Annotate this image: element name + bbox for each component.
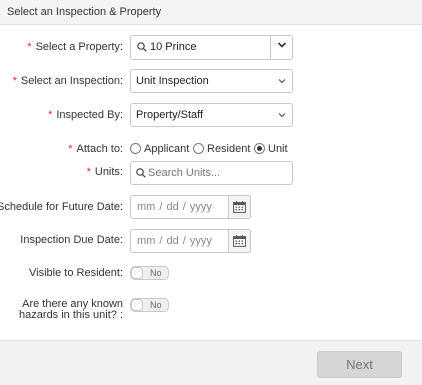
chevron-down-icon	[278, 113, 286, 118]
inspected-by-value: Property/Staff	[136, 109, 204, 121]
inspected-by-label: * Inspected By:	[48, 109, 123, 121]
hazards-toggle[interactable]: No	[130, 298, 169, 312]
select-divider	[270, 36, 271, 59]
chevron-down-icon	[278, 79, 286, 84]
property-label: * Select a Property:	[27, 41, 123, 53]
required-marker: *	[68, 143, 73, 155]
magnifier-icon	[137, 42, 147, 52]
radio-circle[interactable]	[193, 143, 204, 154]
required-marker: *	[86, 166, 91, 178]
due-date-placeholder: mm / dd / yyyy	[137, 235, 212, 247]
units-placeholder: Search Units...	[148, 167, 221, 179]
toggle-state-label: No	[150, 268, 162, 278]
toggle-state-label: No	[150, 300, 162, 310]
inspection-value: Unit Inspection	[136, 75, 209, 87]
calendar-icon	[233, 201, 246, 213]
hazards-label: Are there any known hazards in this unit…	[19, 298, 123, 321]
schedule-date-input[interactable]: mm / dd / yyyy	[130, 195, 251, 219]
toggle-knob	[131, 267, 143, 279]
units-label: * Units:	[86, 166, 123, 178]
radio-circle-selected[interactable]	[254, 143, 265, 154]
calendar-icon	[233, 235, 246, 247]
visible-to-resident-toggle[interactable]: No	[130, 266, 169, 280]
schedule-date-label: Schedule for Future Date:	[0, 201, 123, 213]
inspection-select[interactable]: Unit Inspection	[130, 69, 293, 93]
attach-to-radio-group: Applicant Resident Unit	[130, 142, 300, 158]
chevron-down-icon[interactable]	[277, 41, 287, 49]
magnifier-icon	[136, 168, 146, 178]
radio-unit[interactable]: Unit	[254, 142, 294, 156]
toggle-knob	[131, 299, 143, 311]
radio-resident-label: Resident	[207, 143, 251, 155]
radio-applicant-label: Applicant	[144, 143, 190, 155]
next-button[interactable]: Next	[317, 351, 402, 378]
radio-unit-label: Unit	[268, 143, 288, 155]
dialog-footer: Next	[0, 340, 422, 385]
schedule-date-calendar-button[interactable]	[228, 195, 251, 219]
property-select[interactable]: 10 Prince	[130, 35, 293, 60]
dialog-title: Select an Inspection & Property	[7, 6, 162, 18]
required-marker: *	[12, 75, 17, 87]
visible-to-resident-label: Visible to Resident:	[29, 267, 123, 279]
schedule-date-placeholder: mm / dd / yyyy	[137, 201, 212, 213]
due-date-label: Inspection Due Date:	[20, 234, 123, 246]
radio-resident[interactable]: Resident	[193, 142, 251, 156]
radio-circle[interactable]	[130, 143, 141, 154]
dialog-header: Select an Inspection & Property	[0, 0, 422, 25]
property-value: 10 Prince	[150, 41, 197, 53]
due-date-input[interactable]: mm / dd / yyyy	[130, 229, 251, 253]
attach-to-label: * Attach to:	[68, 143, 123, 155]
required-marker: *	[27, 41, 32, 53]
required-marker: *	[48, 109, 53, 121]
radio-applicant[interactable]: Applicant	[130, 142, 190, 156]
inspected-by-select[interactable]: Property/Staff	[130, 103, 293, 127]
inspection-label: * Select an Inspection:	[12, 75, 123, 87]
units-search-input[interactable]: Search Units...	[130, 161, 293, 185]
due-date-calendar-button[interactable]	[228, 229, 251, 253]
